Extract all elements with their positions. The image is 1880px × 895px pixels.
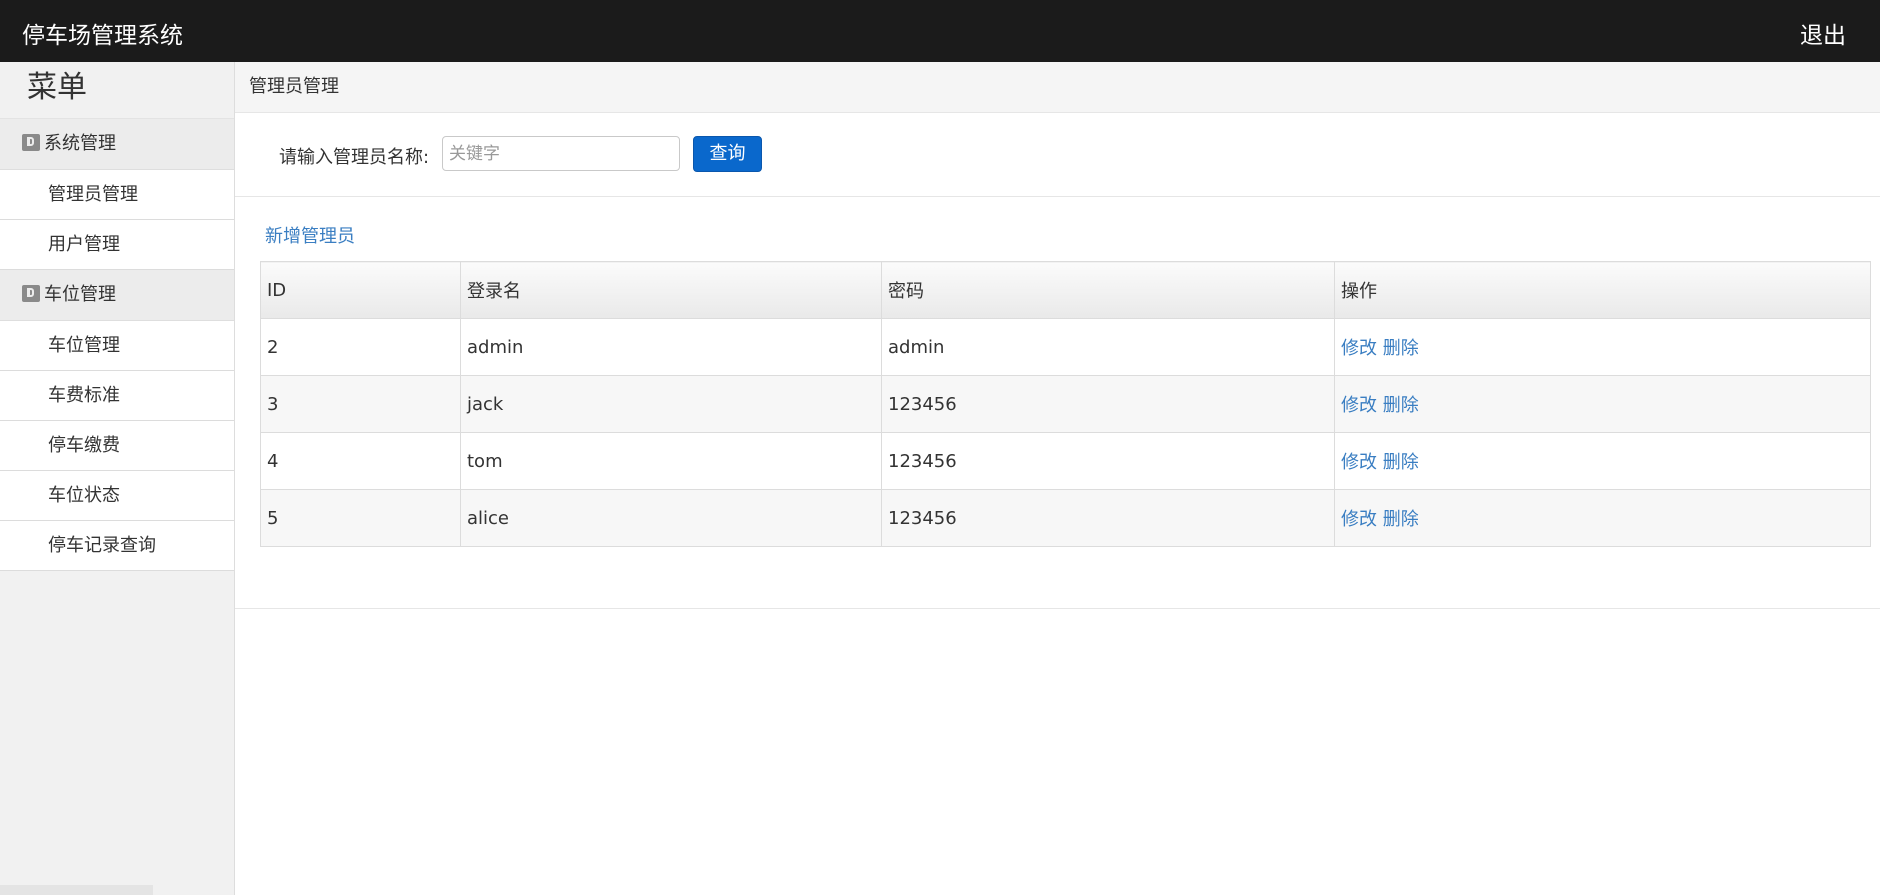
cell-id: 4 (260, 432, 461, 490)
delete-link[interactable]: 删除 (1383, 338, 1419, 359)
book-icon (22, 133, 40, 151)
top-navbar: 停车场管理系统 退出 (0, 0, 1880, 62)
sidebar: 菜单 系统管理 管理员管理 用户管理 车位管理 车位管理 车费标准 停车缴费 车… (0, 62, 235, 895)
column-header-login: 登录名 (460, 261, 882, 319)
cell-password: 123456 (881, 432, 1335, 490)
sidebar-item-parking-payment[interactable]: 停车缴费 (0, 421, 234, 471)
sidebar-group-label: 系统管理 (44, 133, 116, 154)
sidebar-item-fee-standard[interactable]: 车费标准 (0, 371, 234, 421)
sidebar-group-label: 车位管理 (44, 284, 116, 305)
delete-link[interactable]: 删除 (1383, 395, 1419, 416)
edit-link[interactable]: 修改 (1341, 452, 1377, 473)
cell-login: jack (460, 375, 882, 433)
sidebar-item-parking-records[interactable]: 停车记录查询 (0, 521, 234, 571)
cell-password: admin (881, 318, 1335, 376)
cell-login: alice (460, 489, 882, 547)
column-header-actions: 操作 (1334, 261, 1871, 319)
search-label: 请输入管理员名称: (279, 147, 430, 168)
sidebar-item-admin-management[interactable]: 管理员管理 (0, 170, 234, 220)
sidebar-group-system[interactable]: 系统管理 (0, 119, 234, 170)
logout-link[interactable]: 退出 (1800, 16, 1846, 50)
table-row: 4 tom 123456 修改 删除 (260, 432, 1871, 490)
delete-link[interactable]: 删除 (1383, 509, 1419, 530)
table-row: 3 jack 123456 修改 删除 (260, 375, 1871, 433)
app-title: 停车场管理系统 (22, 23, 183, 49)
cell-login: tom (460, 432, 882, 490)
search-button[interactable]: 查询 (693, 136, 762, 172)
column-header-id: ID (260, 261, 461, 319)
admin-table: ID 登录名 密码 操作 2 admin admin 修改 删除 3 jack … (260, 261, 1871, 547)
table-row: 2 admin admin 修改 删除 (260, 318, 1871, 376)
column-header-password: 密码 (881, 261, 1335, 319)
sidebar-item-space-management[interactable]: 车位管理 (0, 321, 234, 371)
sidebar-group-parking[interactable]: 车位管理 (0, 270, 234, 321)
main-content: 管理员管理 请输入管理员名称: 查询 新增管理员 ID 登录名 密码 操作 2 (235, 62, 1880, 895)
cell-password: 123456 (881, 489, 1335, 547)
cell-id: 5 (260, 489, 461, 547)
cell-id: 2 (260, 318, 461, 376)
edit-link[interactable]: 修改 (1341, 338, 1377, 359)
delete-link[interactable]: 删除 (1383, 452, 1419, 473)
cell-actions: 修改 删除 (1334, 489, 1871, 547)
edit-link[interactable]: 修改 (1341, 509, 1377, 530)
table-panel: 新增管理员 ID 登录名 密码 操作 2 admin admin 修改 删除 3… (235, 197, 1880, 609)
cell-password: 123456 (881, 375, 1335, 433)
sidebar-item-user-management[interactable]: 用户管理 (0, 220, 234, 270)
cell-actions: 修改 删除 (1334, 375, 1871, 433)
add-admin-link[interactable]: 新增管理员 (265, 222, 355, 248)
horizontal-scrollbar[interactable] (0, 885, 153, 895)
menu-title: 菜单 (0, 62, 234, 119)
sidebar-item-space-status[interactable]: 车位状态 (0, 471, 234, 521)
cell-id: 3 (260, 375, 461, 433)
search-input[interactable] (442, 136, 680, 171)
edit-link[interactable]: 修改 (1341, 395, 1377, 416)
cell-actions: 修改 删除 (1334, 318, 1871, 376)
cell-login: admin (460, 318, 882, 376)
table-row: 5 alice 123456 修改 删除 (260, 489, 1871, 547)
book-icon (22, 284, 40, 302)
breadcrumb: 管理员管理 (235, 62, 1880, 113)
cell-actions: 修改 删除 (1334, 432, 1871, 490)
table-header-row: ID 登录名 密码 操作 (260, 261, 1871, 319)
